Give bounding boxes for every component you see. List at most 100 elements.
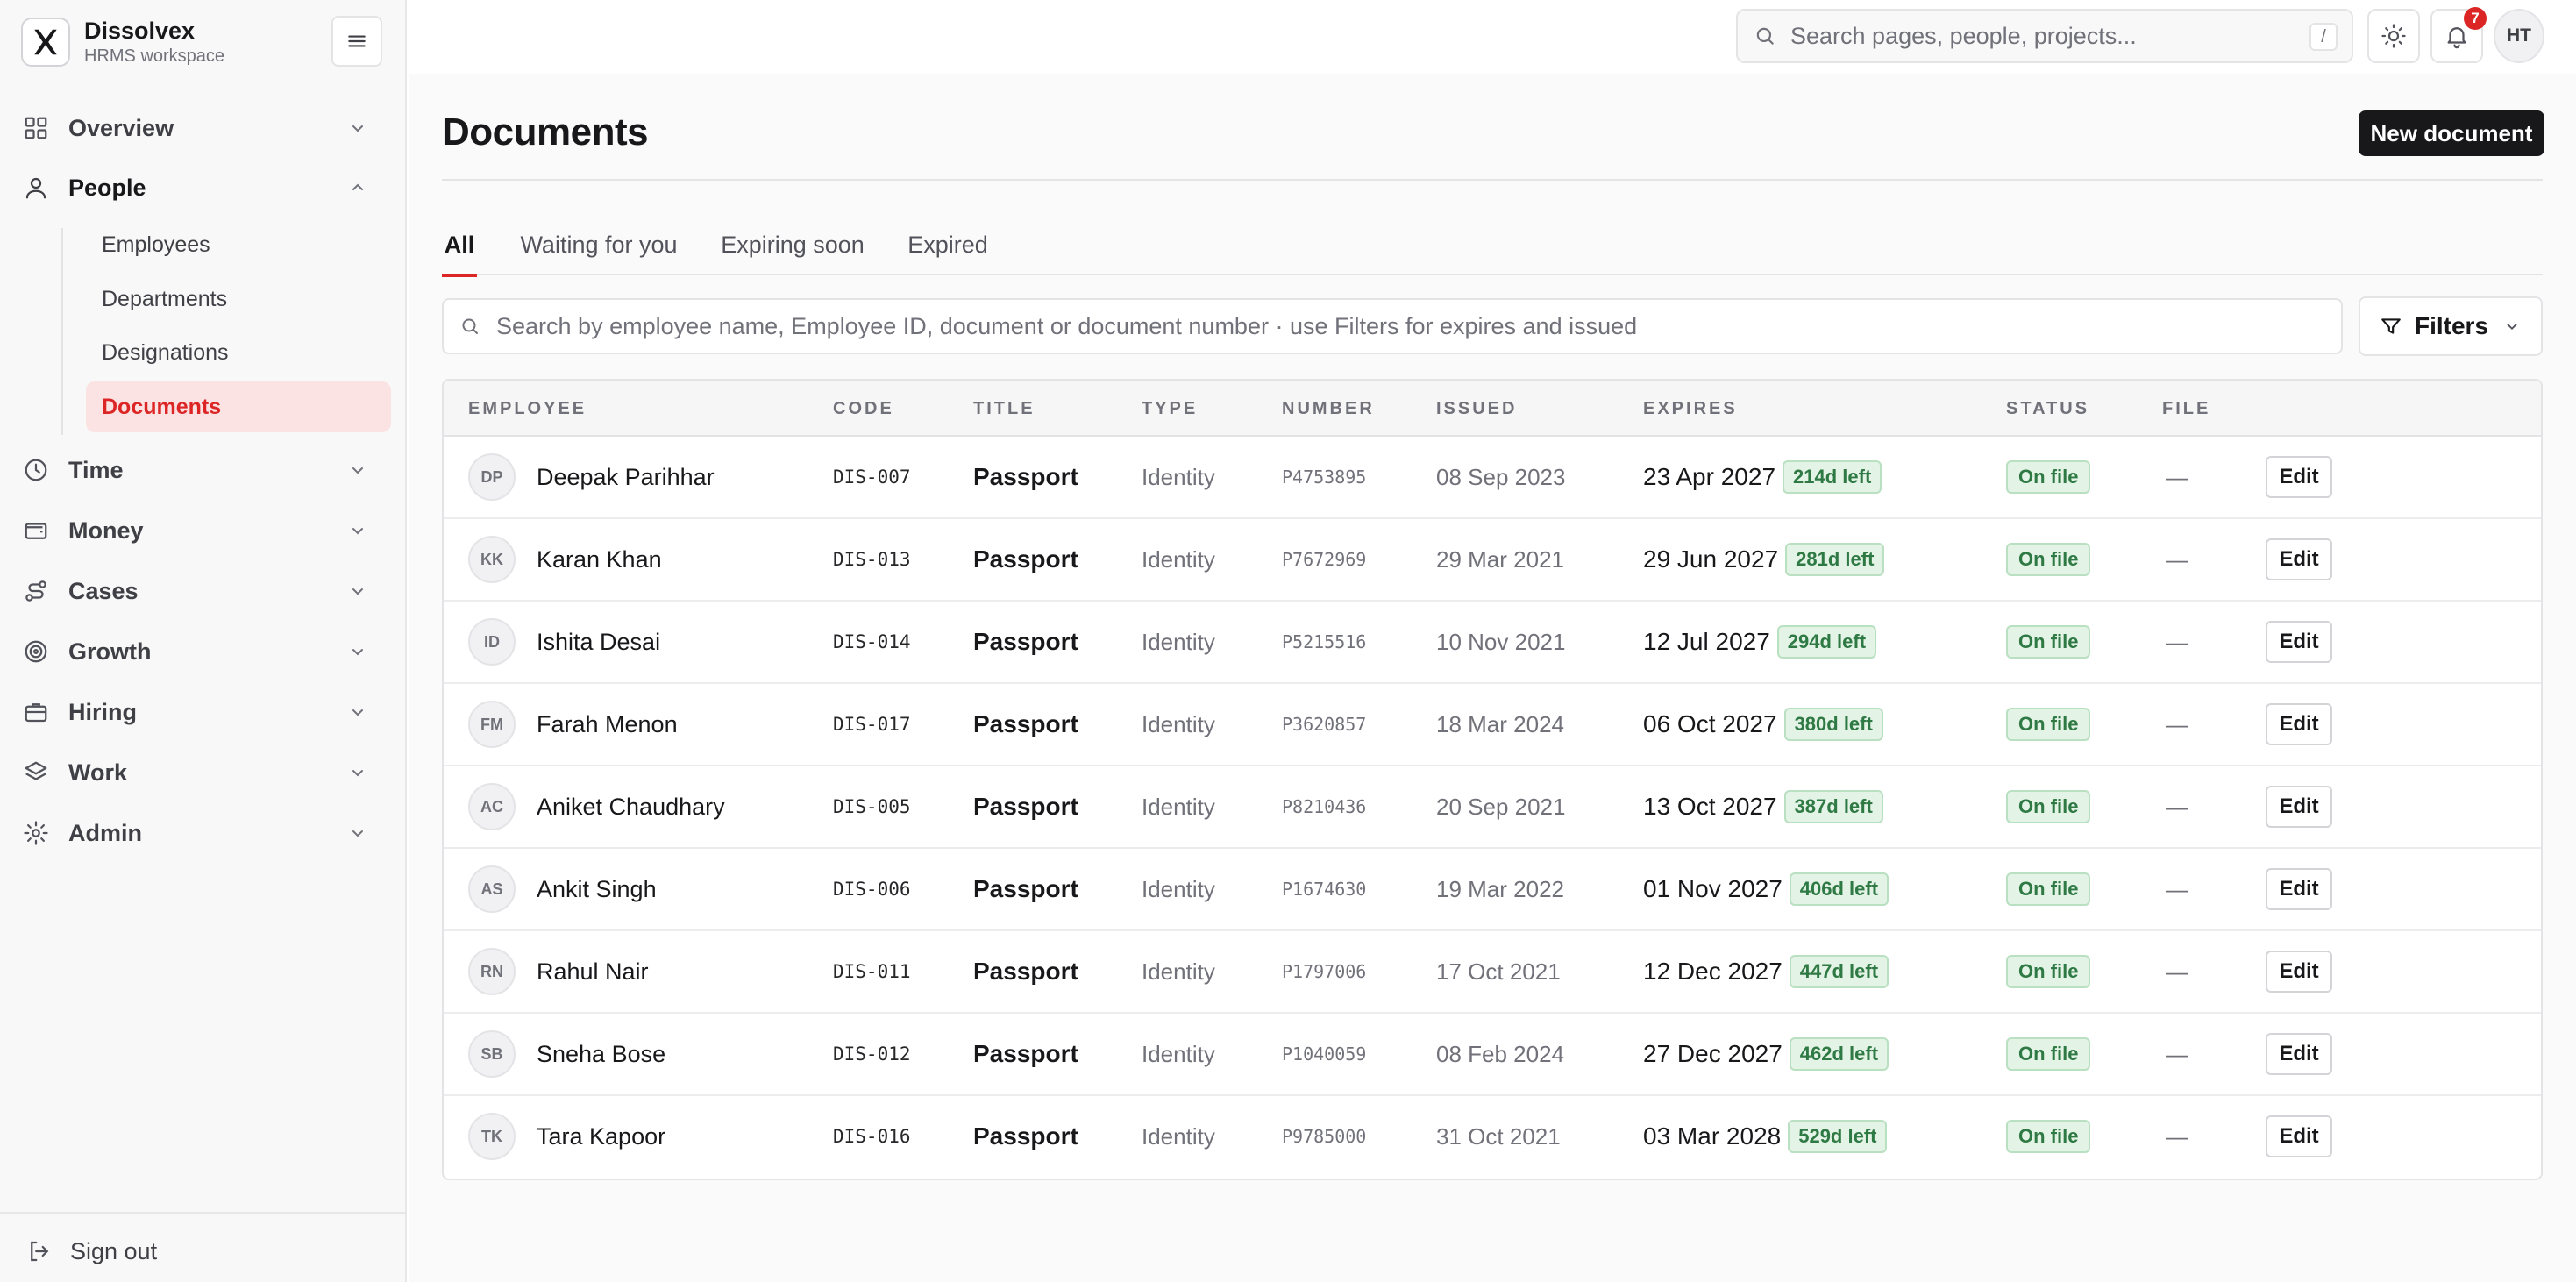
- edit-button[interactable]: Edit: [2266, 538, 2332, 580]
- edit-button[interactable]: Edit: [2266, 786, 2332, 828]
- employee-code: DIS-007: [833, 467, 911, 488]
- chevron-down-icon: [352, 649, 363, 656]
- layers-icon: [21, 758, 51, 787]
- expires-date: 29 Jun 2027: [1643, 545, 1779, 573]
- nav-cases[interactable]: Cases: [21, 566, 381, 616]
- document-search-input[interactable]: Search by employee name, Employee ID, do…: [442, 298, 2343, 354]
- column-header-issued[interactable]: ISSUED: [1436, 381, 1517, 437]
- expires-date: 03 Mar 2028: [1643, 1122, 1782, 1150]
- table-row[interactable]: ID Ishita Desai DIS-014 Passport Identit…: [444, 602, 2541, 684]
- table-row[interactable]: SB Sneha Bose DIS-012 Passport Identity …: [444, 1014, 2541, 1096]
- nav-growth[interactable]: Growth: [21, 627, 381, 676]
- edit-button[interactable]: Edit: [2266, 1033, 2332, 1075]
- document-number: P7672969: [1282, 549, 1367, 570]
- employee-name[interactable]: Farah Menon: [537, 711, 678, 738]
- issued-date: 29 Mar 2021: [1436, 545, 1564, 573]
- global-search-input[interactable]: Search pages, people, projects... /: [1736, 9, 2353, 63]
- table-row[interactable]: TK Tara Kapoor DIS-016 Passport Identity…: [444, 1096, 2541, 1179]
- employee-avatar: AC: [468, 783, 516, 830]
- nav-people[interactable]: People: [21, 163, 381, 212]
- column-header-file[interactable]: FILE: [2162, 381, 2210, 437]
- edit-button[interactable]: Edit: [2266, 951, 2332, 993]
- employee-code: DIS-005: [833, 796, 911, 817]
- table-row[interactable]: DP Deepak Parihhar DIS-007 Passport Iden…: [444, 437, 2541, 519]
- employee-avatar: FM: [468, 701, 516, 748]
- sidebar-item-documents[interactable]: Documents: [86, 381, 391, 432]
- file-value: —: [2166, 875, 2188, 902]
- file-value: —: [2166, 793, 2188, 820]
- status-badge: On file: [2006, 872, 2091, 906]
- issued-date: 08 Sep 2023: [1436, 463, 1566, 490]
- table-row[interactable]: AC Aniket Chaudhary DIS-005 Passport Ide…: [444, 766, 2541, 849]
- column-header-number[interactable]: NUMBER: [1282, 381, 1375, 437]
- employee-name[interactable]: Ankit Singh: [537, 876, 657, 903]
- subnav-guide: [61, 228, 63, 435]
- edit-button[interactable]: Edit: [2266, 621, 2332, 663]
- target-icon: [21, 637, 51, 666]
- tab-all[interactable]: All: [442, 214, 477, 277]
- days-left-badge: 214d left: [1783, 460, 1882, 494]
- sign-out-button[interactable]: Sign out: [26, 1231, 157, 1271]
- edit-button[interactable]: Edit: [2266, 868, 2332, 910]
- status-badge: On file: [2006, 543, 2091, 576]
- nav-admin[interactable]: Admin: [21, 808, 381, 858]
- table-row[interactable]: AS Ankit Singh DIS-006 Passport Identity…: [444, 849, 2541, 931]
- bell-icon: [2447, 27, 2466, 49]
- nav-time[interactable]: Time: [21, 445, 381, 495]
- tab-expired[interactable]: Expired: [907, 214, 989, 275]
- employee-name[interactable]: Aniket Chaudhary: [537, 794, 725, 821]
- expires-date: 27 Dec 2027: [1643, 1040, 1783, 1067]
- employee-name[interactable]: Ishita Desai: [537, 629, 660, 656]
- tab-expiring-soon[interactable]: Expiring soon: [719, 214, 866, 275]
- sidebar-item-departments[interactable]: Departments: [86, 274, 391, 324]
- days-left-badge: 387d left: [1783, 790, 1883, 823]
- column-header-employee[interactable]: EMPLOYEE: [468, 381, 587, 437]
- column-header-status[interactable]: STATUS: [2006, 381, 2089, 437]
- issued-date: 10 Nov 2021: [1436, 628, 1566, 655]
- expires-date: 01 Nov 2027: [1643, 875, 1783, 902]
- nav-hiring[interactable]: Hiring: [21, 687, 381, 737]
- sidebar-item-employees[interactable]: Employees: [86, 219, 391, 270]
- clock-icon: [21, 455, 51, 485]
- document-type: Identity: [1142, 710, 1215, 737]
- tab-waiting-for-you[interactable]: Waiting for you: [517, 214, 680, 275]
- sidebar-item-designations[interactable]: Designations: [86, 327, 391, 378]
- nav-overview[interactable]: Overview: [21, 103, 381, 153]
- sidebar: Dissolvex HRMS workspace Overview People…: [0, 0, 407, 1282]
- edit-button[interactable]: Edit: [2266, 1115, 2332, 1157]
- status-badge: On file: [2006, 790, 2091, 823]
- employee-avatar: ID: [468, 618, 516, 666]
- nav-label: Money: [68, 516, 144, 544]
- grid-icon: [21, 113, 51, 143]
- document-title: Passport: [973, 463, 1078, 490]
- column-header-code[interactable]: CODE: [833, 381, 894, 437]
- issued-date: 18 Mar 2024: [1436, 710, 1564, 737]
- brand[interactable]: Dissolvex HRMS workspace: [21, 18, 224, 67]
- employee-name[interactable]: Tara Kapoor: [537, 1123, 665, 1150]
- filters-button[interactable]: Filters: [2359, 296, 2543, 356]
- document-number: P8210436: [1282, 796, 1367, 817]
- table-row[interactable]: RN Rahul Nair DIS-011 Passport Identity …: [444, 931, 2541, 1014]
- column-header-type[interactable]: TYPE: [1142, 381, 1198, 437]
- employee-name[interactable]: Karan Khan: [537, 546, 662, 573]
- edit-button[interactable]: Edit: [2266, 456, 2332, 498]
- filter-icon: [2381, 318, 2401, 334]
- employee-name[interactable]: Sneha Bose: [537, 1041, 665, 1068]
- table-row[interactable]: FM Farah Menon DIS-017 Passport Identity…: [444, 684, 2541, 766]
- sidebar-toggle-button[interactable]: [331, 16, 382, 67]
- edit-button[interactable]: Edit: [2266, 703, 2332, 745]
- employee-name[interactable]: Deepak Parihhar: [537, 464, 715, 491]
- user-avatar[interactable]: HT: [2494, 9, 2544, 63]
- theme-toggle-button[interactable]: [2367, 9, 2420, 63]
- table-row[interactable]: KK Karan Khan DIS-013 Passport Identity …: [444, 519, 2541, 602]
- nav-money[interactable]: Money: [21, 506, 381, 555]
- new-document-button[interactable]: New document: [2359, 110, 2544, 156]
- employee-name[interactable]: Rahul Nair: [537, 958, 649, 986]
- document-number: P4753895: [1282, 467, 1367, 488]
- main-content: Documents New document All Waiting for y…: [409, 74, 2576, 1282]
- column-header-title[interactable]: TITLE: [973, 381, 1035, 437]
- sign-out-label: Sign out: [70, 1237, 158, 1264]
- notifications-button[interactable]: 7: [2430, 7, 2487, 63]
- nav-work[interactable]: Work: [21, 748, 381, 797]
- column-header-expires[interactable]: EXPIRES: [1643, 381, 1738, 437]
